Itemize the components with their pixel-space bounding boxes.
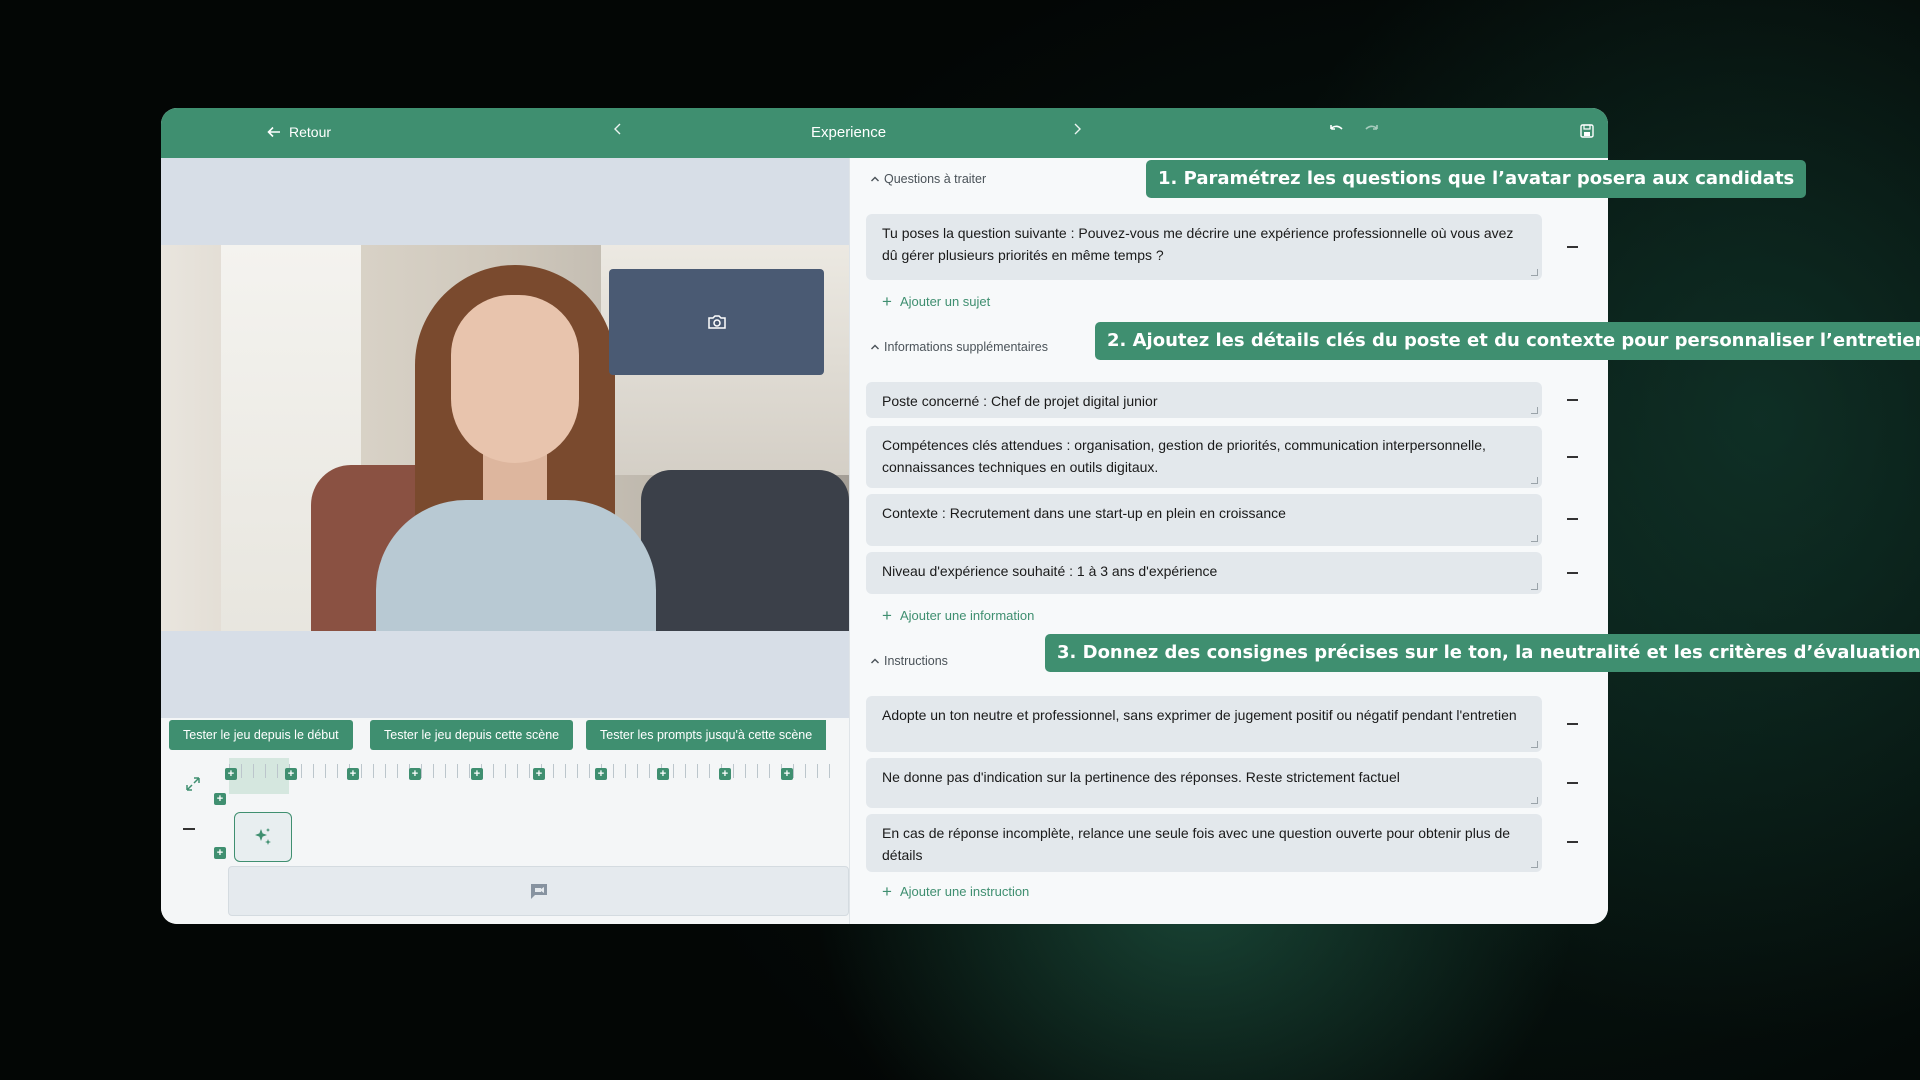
plus-icon: + — [882, 292, 892, 311]
redo-button[interactable] — [1363, 122, 1381, 143]
plus-icon: + — [882, 606, 892, 625]
infos-header: Informations supplémentaires — [884, 340, 1048, 354]
infos-section-toggle[interactable]: Informations supplémentaires — [870, 340, 1048, 354]
add-info-button[interactable]: + Ajouter une information — [882, 606, 1035, 625]
undo-button[interactable] — [1327, 122, 1345, 143]
timeline: + + + + + + + + + + + + — [161, 758, 849, 924]
callout-instructions: 3. Donnez des consignes précises sur le … — [1045, 634, 1920, 672]
next-scene-button[interactable] — [1072, 122, 1082, 141]
undo-icon — [1330, 125, 1343, 130]
prev-scene-button[interactable] — [613, 122, 623, 141]
scene-title: Experience — [811, 124, 887, 141]
add-track-button[interactable]: + — [214, 793, 226, 805]
add-scene-button[interactable]: + — [719, 768, 731, 780]
remove-info-button[interactable] — [1567, 572, 1578, 574]
remove-instruction-button[interactable] — [1567, 723, 1578, 725]
add-scene-button[interactable]: + — [595, 768, 607, 780]
arrow-left-icon — [267, 126, 280, 138]
scene-preview-panel: Tester le jeu depuis le début Tester le … — [161, 158, 849, 924]
add-subject-label: Ajouter un sujet — [899, 294, 991, 309]
test-from-start-button[interactable]: Tester le jeu depuis le début — [169, 720, 353, 750]
callout-questions: 1. Paramétrez les questions que l’avatar… — [1146, 160, 1807, 198]
add-scene-button[interactable]: + — [471, 768, 483, 780]
back-label: Retour — [289, 124, 332, 140]
remove-info-button[interactable] — [1567, 518, 1578, 520]
test-prompts-button[interactable]: Tester les prompts jusqu'à cette scène — [586, 720, 827, 750]
prompt-settings-panel: Questions à traiter Tu poses la question… — [849, 158, 1608, 924]
expand-button[interactable] — [185, 776, 201, 797]
editor-window: Retour Experience Tester le jeu depuis l… — [161, 108, 1608, 924]
sparkles-icon — [255, 828, 271, 845]
ai-scene-block[interactable] — [234, 812, 292, 862]
questions-header: Questions à traiter — [884, 172, 987, 186]
add-scene-button[interactable]: + — [347, 768, 359, 780]
instruction-field[interactable]: Adopte un ton neutre et professionnel, s… — [866, 696, 1542, 752]
chevron-up-icon — [871, 176, 879, 182]
remove-instruction-button[interactable] — [1567, 841, 1578, 843]
top-bar: Retour Experience — [161, 108, 1608, 158]
test-from-scene-button[interactable]: Tester le jeu depuis cette scène — [370, 720, 574, 750]
info-field[interactable]: Poste concerné : Chef de projet digital … — [866, 382, 1542, 418]
camera-icon — [707, 315, 726, 329]
remove-info-button[interactable] — [1567, 456, 1578, 458]
instructions-header: Instructions — [884, 654, 948, 668]
remove-question-button[interactable] — [1567, 246, 1578, 248]
add-scene-button[interactable]: + — [657, 768, 669, 780]
plus-icon: + — [882, 882, 892, 901]
dialogue-track[interactable] — [228, 866, 849, 916]
add-scene-button[interactable]: + — [533, 768, 545, 780]
callout-details: 2. Ajoutez les détails clés du poste et … — [1095, 322, 1920, 360]
remove-instruction-button[interactable] — [1567, 782, 1578, 784]
add-instruction-button[interactable]: + Ajouter une instruction — [882, 882, 1030, 901]
add-scene-button[interactable]: + — [781, 768, 793, 780]
instructions-section-toggle[interactable]: Instructions — [870, 654, 948, 668]
add-instruction-label: Ajouter une instruction — [899, 884, 1030, 899]
chevron-right-icon — [1074, 123, 1081, 135]
video-chat-icon — [530, 884, 547, 899]
collapse-icon[interactable] — [183, 828, 195, 830]
info-field[interactable]: Contexte : Recrutement dans une start-up… — [866, 494, 1542, 546]
save-button[interactable] — [1579, 123, 1595, 144]
add-track-button[interactable]: + — [214, 847, 226, 859]
instruction-field[interactable]: Ne donne pas d'indication sur la pertine… — [866, 758, 1542, 808]
add-scene-button[interactable]: + — [285, 768, 297, 780]
save-icon — [1580, 124, 1594, 138]
back-button[interactable]: Retour — [267, 124, 331, 140]
remove-info-button[interactable] — [1567, 399, 1578, 401]
chevron-up-icon — [871, 658, 879, 664]
add-scene-button[interactable]: + — [225, 768, 237, 780]
chevron-up-icon — [871, 344, 879, 350]
add-info-label: Ajouter une information — [899, 608, 1035, 623]
instruction-field[interactable]: En cas de réponse incomplète, relance un… — [866, 814, 1542, 872]
add-scene-button[interactable]: + — [409, 768, 421, 780]
info-field[interactable]: Niveau d'expérience souhaité : 1 à 3 ans… — [866, 552, 1542, 594]
redo-icon — [1365, 125, 1378, 130]
preview-stage — [161, 158, 849, 718]
questions-section-toggle[interactable]: Questions à traiter — [870, 172, 986, 186]
chevron-left-icon — [614, 123, 621, 135]
info-field[interactable]: Compétences clés attendues : organisatio… — [866, 426, 1542, 488]
expand-icon — [186, 777, 200, 791]
camera-placeholder[interactable] — [609, 269, 824, 375]
question-field[interactable]: Tu poses la question suivante : Pouvez-v… — [866, 214, 1542, 280]
add-subject-button[interactable]: + Ajouter un sujet — [882, 292, 991, 311]
